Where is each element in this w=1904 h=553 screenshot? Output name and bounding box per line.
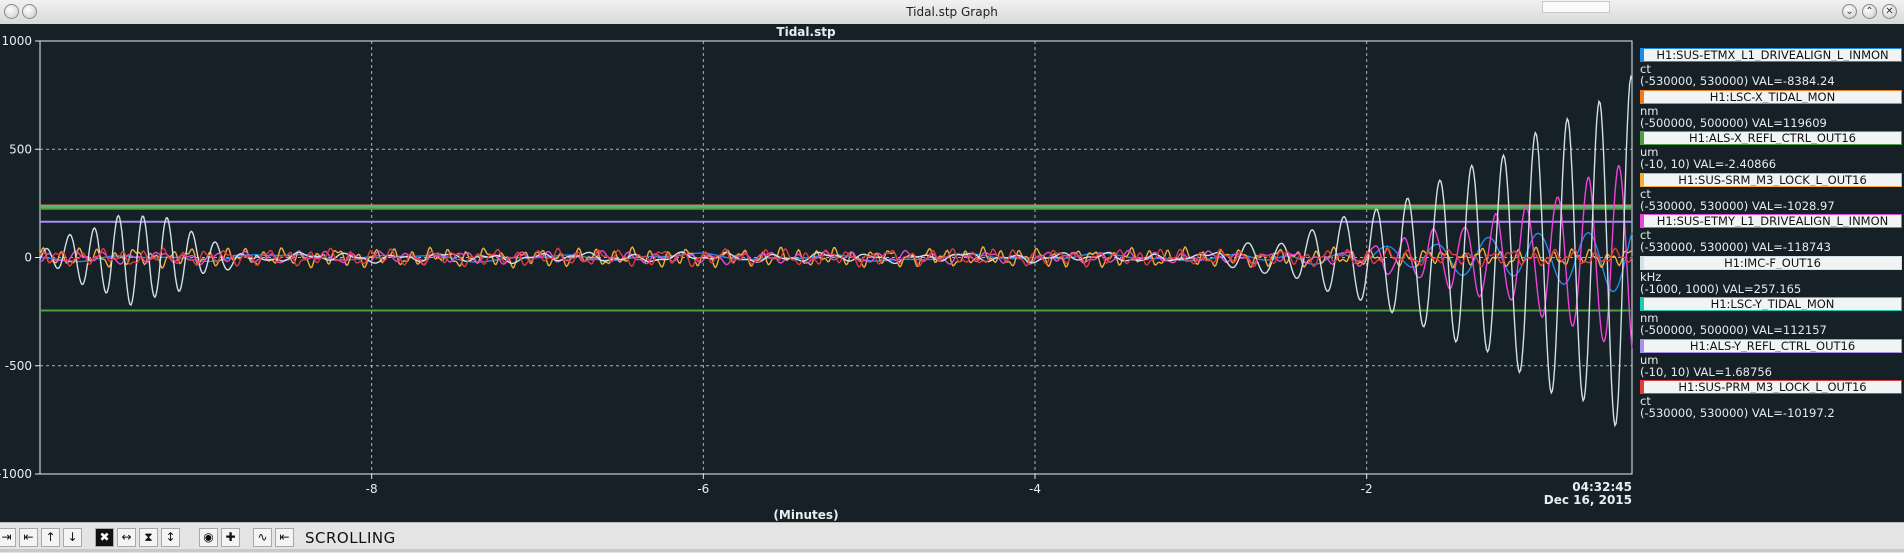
circle-icon[interactable]: ◉ bbox=[199, 528, 218, 547]
legend-entry[interactable]: H1:SUS-SRM_M3_LOCK_L_OUT16 bbox=[1640, 172, 1902, 187]
legend-entry[interactable]: H1:ALS-X_REFL_CTRL_OUT16 bbox=[1640, 131, 1902, 145]
chart-title: Tidal.stp bbox=[776, 25, 836, 39]
time-label: 04:32:45 bbox=[1572, 480, 1632, 494]
legend-entry[interactable]: H1:SUS-PRM_M3_LOCK_L_OUT16 bbox=[1640, 380, 1902, 394]
x-tick-label: -2 bbox=[1361, 482, 1373, 496]
legend-value: (-530000, 530000) VAL=-1028.97 bbox=[1640, 198, 1835, 213]
legend-value: (-500000, 500000) VAL=119609 bbox=[1640, 115, 1827, 130]
legend-value: (-10, 10) VAL=1.68756 bbox=[1640, 364, 1772, 379]
zoom-y-icon[interactable]: ⧗ bbox=[139, 528, 158, 547]
maximize-button[interactable]: ⌃ bbox=[1862, 4, 1877, 19]
autoscale-icon[interactable]: ∿ bbox=[253, 528, 272, 547]
back-icon[interactable]: ⇤ bbox=[275, 528, 294, 547]
zoom-xy-icon[interactable]: ✖ bbox=[95, 528, 114, 547]
arrow-down-icon[interactable]: ↓ bbox=[63, 528, 82, 547]
legend-entry[interactable]: H1:IMC-F_OUT16 bbox=[1640, 255, 1902, 270]
legend-entry[interactable]: H1:LSC-Y_TIDAL_MON bbox=[1640, 297, 1902, 311]
legend-entry[interactable]: H1:ALS-Y_REFL_CTRL_OUT16 bbox=[1640, 338, 1902, 353]
window-title: Tidal.stp Graph bbox=[906, 5, 998, 19]
legend-value: (-530000, 530000) VAL=-10197.2 bbox=[1640, 406, 1835, 420]
arrow-up-icon[interactable]: ↑ bbox=[41, 528, 60, 547]
legend-value: (-530000, 530000) VAL=-8384.24 bbox=[1640, 74, 1835, 88]
x-tick-label: -6 bbox=[697, 482, 709, 496]
legend-value: (-500000, 500000) VAL=112157 bbox=[1640, 323, 1827, 337]
legend-value: (-1000, 1000) VAL=257.165 bbox=[1640, 281, 1802, 296]
scrolling-status: SCROLLING bbox=[305, 529, 396, 547]
close-button[interactable]: ✕ bbox=[1882, 4, 1897, 19]
plus-icon[interactable]: ✚ bbox=[221, 528, 240, 547]
legend-value: (-10, 10) VAL=-2.40866 bbox=[1640, 157, 1777, 171]
date-label: Dec 16, 2015 bbox=[1544, 493, 1632, 507]
y-tick-label: -500 bbox=[5, 359, 32, 373]
y-tick-label: 1000 bbox=[1, 34, 32, 48]
legend-value: (-530000, 530000) VAL=-118743 bbox=[1640, 240, 1831, 254]
x-axis-label: (Minutes) bbox=[773, 508, 838, 522]
x-tick-label: -4 bbox=[1029, 482, 1041, 496]
zoom-y-alt-icon[interactable]: ↕ bbox=[161, 528, 180, 547]
legend-entry[interactable]: H1:LSC-X_TIDAL_MON bbox=[1640, 89, 1902, 104]
chart-svg[interactable]: -8 -6 -4 -2 -1000 -500 0 500 1000 Tidal.stp (Minut… bbox=[0, 24, 1636, 522]
graph-canvas[interactable]: -8 -6 -4 -2 -1000 -500 0 500 1000 Tidal.stp (Minut… bbox=[0, 24, 1904, 522]
zoom-x-icon[interactable]: ↔ bbox=[117, 528, 136, 547]
y-tick-label: 500 bbox=[9, 142, 32, 156]
legend: H1:SUS-ETMX_L1_DRIVEALIGN_L_INMON ct (-530… bbox=[1636, 48, 1904, 546]
legend-entry[interactable]: H1:SUS-ETMX_L1_DRIVEALIGN_L_INMON bbox=[1640, 48, 1902, 62]
x-tick-label: -8 bbox=[366, 482, 378, 496]
window-titlebar: Tidal.stp Graph ⌄ ⌃ ✕ bbox=[0, 0, 1904, 25]
arrow-right-icon[interactable]: ⇥ bbox=[0, 528, 16, 547]
legend-entry[interactable]: H1:SUS-ETMY_L1_DRIVEALIGN_L_INMON bbox=[1640, 214, 1902, 228]
y-tick-label: 0 bbox=[24, 251, 32, 265]
arrow-left-icon[interactable]: ⇤ bbox=[19, 528, 38, 547]
y-tick-label: -1000 bbox=[0, 467, 32, 481]
window-field[interactable] bbox=[1542, 1, 1610, 13]
minimize-button[interactable]: ⌄ bbox=[1842, 4, 1857, 19]
